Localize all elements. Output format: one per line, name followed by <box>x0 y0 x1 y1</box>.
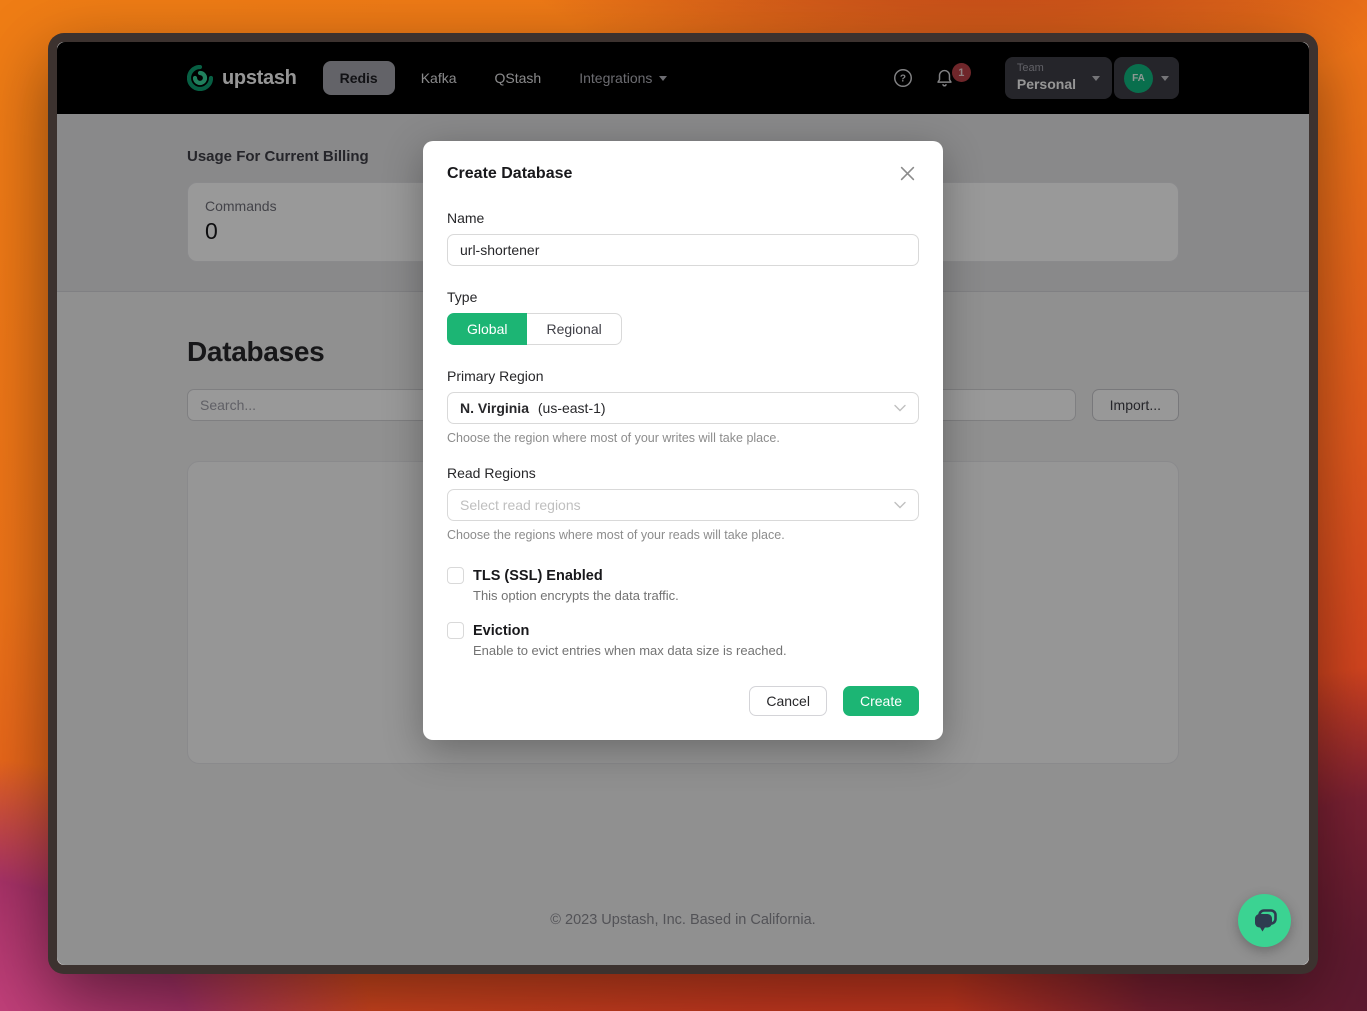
database-name-input[interactable] <box>447 234 919 266</box>
cancel-button[interactable]: Cancel <box>749 686 827 716</box>
primary-region-label: Primary Region <box>447 368 919 384</box>
type-label: Type <box>447 289 919 305</box>
chat-bubbles-icon <box>1250 906 1280 936</box>
name-label: Name <box>447 210 919 226</box>
type-segmented-control: Global Regional <box>447 313 919 345</box>
read-regions-placeholder: Select read regions <box>460 497 894 513</box>
modal-title: Create Database <box>447 165 572 183</box>
chevron-down-icon <box>894 404 906 412</box>
type-option-global[interactable]: Global <box>447 313 527 345</box>
tls-label: TLS (SSL) Enabled <box>473 568 603 584</box>
browser-window: upstash Redis Kafka QStash Integrations <box>48 33 1318 974</box>
primary-region-group: Primary Region N. Virginia (us-east-1) C… <box>447 368 919 445</box>
primary-region-select[interactable]: N. Virginia (us-east-1) <box>447 392 919 424</box>
desktop-wallpaper: upstash Redis Kafka QStash Integrations <box>0 0 1367 1011</box>
tls-checkbox[interactable] <box>447 567 464 584</box>
read-regions-label: Read Regions <box>447 465 919 481</box>
read-regions-help: Choose the regions where most of your re… <box>447 528 919 542</box>
primary-region-code: (us-east-1) <box>538 400 606 416</box>
name-field-group: Name <box>447 210 919 266</box>
tls-help: This option encrypts the data traffic. <box>473 588 919 603</box>
chevron-down-icon <box>894 501 906 509</box>
eviction-help: Enable to evict entries when max data si… <box>473 643 919 658</box>
type-option-regional[interactable]: Regional <box>527 313 621 345</box>
tls-option-group: TLS (SSL) Enabled This option encrypts t… <box>447 567 919 603</box>
close-icon <box>900 166 915 181</box>
eviction-label: Eviction <box>473 623 529 639</box>
chat-widget-button[interactable] <box>1238 894 1291 947</box>
read-regions-group: Read Regions Select read regions Choose … <box>447 465 919 542</box>
create-database-modal: Create Database Name Type <box>423 141 943 740</box>
create-button[interactable]: Create <box>843 686 919 716</box>
primary-region-help: Choose the region where most of your wri… <box>447 431 919 445</box>
read-regions-select[interactable]: Select read regions <box>447 489 919 521</box>
close-button[interactable] <box>896 162 919 185</box>
eviction-checkbox[interactable] <box>447 622 464 639</box>
type-field-group: Type Global Regional <box>447 289 919 345</box>
primary-region-value: N. Virginia <box>460 400 529 416</box>
eviction-option-group: Eviction Enable to evict entries when ma… <box>447 622 919 658</box>
